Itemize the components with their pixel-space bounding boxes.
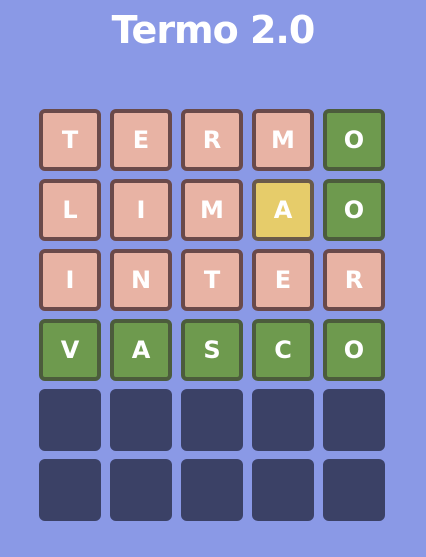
board-row-1: T E R M O (39, 109, 385, 171)
tile-r3-c5: R (323, 249, 385, 311)
game-title: Termo 2.0 (111, 8, 316, 52)
tile-r4-c5: O (323, 319, 385, 381)
tile-r2-c2: I (110, 179, 172, 241)
tile-r2-c1: L (39, 179, 101, 241)
tile-r6-c4 (252, 459, 314, 521)
board-row-3: I N T E R (39, 249, 385, 311)
tile-r5-c4[interactable] (252, 389, 314, 451)
tile-r4-c1: V (39, 319, 101, 381)
tile-r3-c2: N (110, 249, 172, 311)
tile-r2-c3: M (181, 179, 243, 241)
game-board: T E R M O L I M A O I N T E R V A S C O (39, 109, 385, 529)
tile-r1-c3: R (181, 109, 243, 171)
board-row-5 (39, 389, 385, 451)
board-row-6 (39, 459, 385, 521)
tile-r4-c4: C (252, 319, 314, 381)
board-row-4: V A S C O (39, 319, 385, 381)
tile-r5-c5[interactable] (323, 389, 385, 451)
tile-r3-c1: I (39, 249, 101, 311)
tile-r6-c1 (39, 459, 101, 521)
tile-r1-c4: M (252, 109, 314, 171)
tile-r6-c3 (181, 459, 243, 521)
tile-r1-c2: E (110, 109, 172, 171)
tile-r3-c4: E (252, 249, 314, 311)
board-row-2: L I M A O (39, 179, 385, 241)
tile-r6-c5 (323, 459, 385, 521)
tile-r2-c4: A (252, 179, 314, 241)
tile-r5-c3[interactable] (181, 389, 243, 451)
tile-r1-c1: T (39, 109, 101, 171)
tile-r1-c5: O (323, 109, 385, 171)
tile-r5-c1[interactable] (39, 389, 101, 451)
tile-r4-c3: S (181, 319, 243, 381)
tile-r5-c2[interactable] (110, 389, 172, 451)
tile-r6-c2 (110, 459, 172, 521)
tile-r3-c3: T (181, 249, 243, 311)
tile-r4-c2: A (110, 319, 172, 381)
tile-r2-c5: O (323, 179, 385, 241)
